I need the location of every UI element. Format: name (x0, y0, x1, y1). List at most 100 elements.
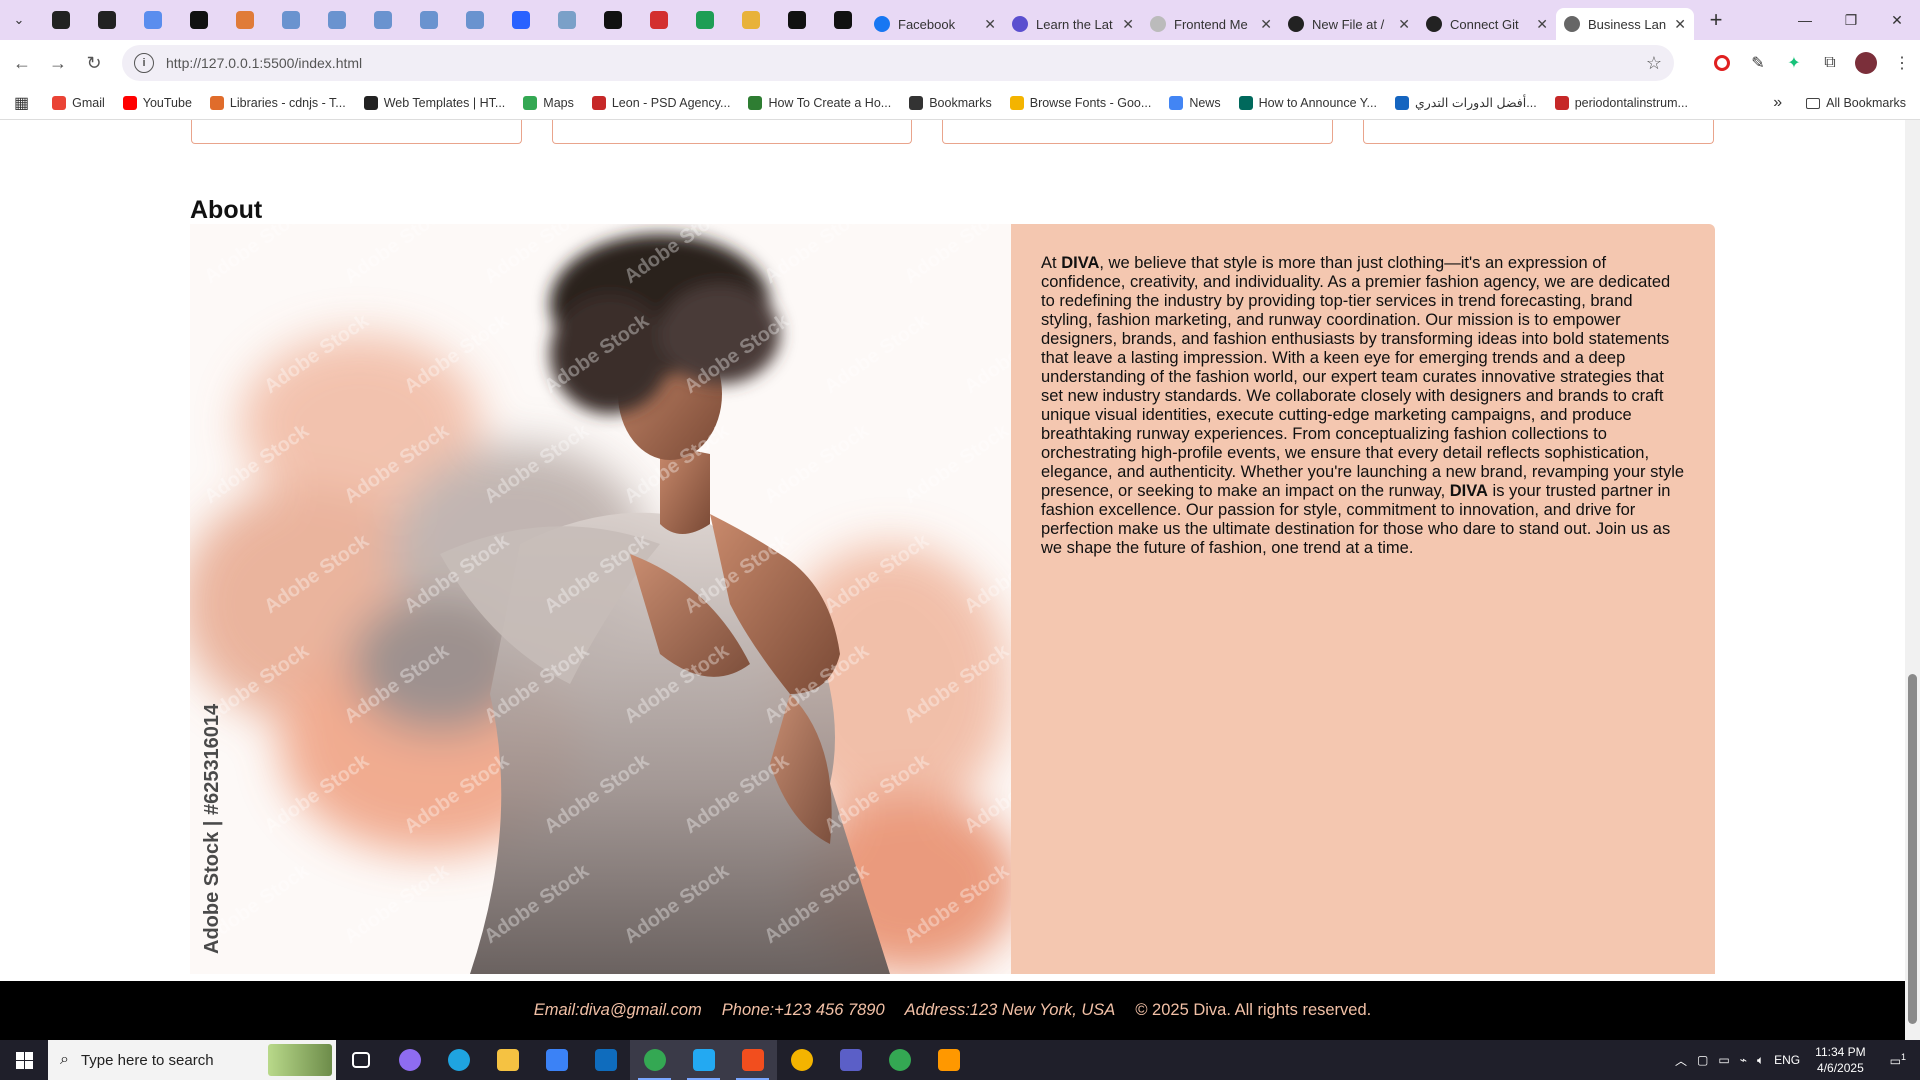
profile-avatar[interactable] (1848, 45, 1884, 81)
pinned-tab[interactable] (636, 0, 682, 40)
pinned-tab[interactable] (728, 0, 774, 40)
pinned-tab[interactable] (498, 0, 544, 40)
taskbar-app-task-view[interactable] (336, 1040, 385, 1080)
forward-icon[interactable]: → (40, 45, 76, 81)
bookmark-item[interactable]: Libraries - cdnjs - T... (201, 95, 355, 110)
bookmark-item[interactable]: periodontalinstrum... (1546, 95, 1697, 110)
taskbar-app-chrome-canary[interactable] (777, 1040, 826, 1080)
watermark-tile: Adobe Stock (900, 419, 1011, 508)
windows-logo-icon (15, 1051, 33, 1069)
taskbar-search[interactable]: ⌕ Type here to search (48, 1040, 336, 1080)
page-scrollbar[interactable] (1905, 120, 1920, 1040)
close-tab-icon[interactable]: ✕ (1398, 16, 1410, 33)
battery-icon[interactable]: ▭ (1713, 1053, 1734, 1067)
pinned-tab[interactable] (544, 0, 590, 40)
scrollbar-thumb[interactable] (1908, 674, 1917, 1024)
network-icon[interactable]: ⌁ (1735, 1053, 1752, 1067)
window-controls: — ❐ ✕ (1782, 0, 1920, 40)
pinned-tab[interactable] (176, 0, 222, 40)
language-indicator[interactable]: ENG (1769, 1053, 1805, 1067)
taskbar-app-chrome[interactable] (630, 1040, 679, 1080)
pinned-tab[interactable] (38, 0, 84, 40)
bookmark-favicon-icon (748, 95, 763, 110)
clock-time: 11:34 PM (1815, 1045, 1866, 1059)
bookmark-star-icon[interactable]: ☆ (1646, 53, 1662, 74)
pinned-tab[interactable] (130, 0, 176, 40)
meet-icon[interactable]: ▢ (1692, 1053, 1713, 1067)
pinned-tab-favicon-icon (558, 11, 576, 29)
url-text[interactable]: http://127.0.0.1:5500/index.html (166, 55, 1646, 71)
taskbar-app-copilot[interactable] (385, 1040, 434, 1080)
browser-tab[interactable]: Business Lan ✕ (1556, 8, 1694, 40)
pinned-tab[interactable] (590, 0, 636, 40)
browser-tab[interactable]: Learn the Lat ✕ (1004, 8, 1142, 40)
browser-tab[interactable]: Facebook ✕ (866, 8, 1004, 40)
back-icon[interactable]: ← (4, 45, 40, 81)
bookmark-item[interactable]: Leon - PSD Agency... (583, 95, 740, 110)
bookmark-item[interactable]: News (1160, 95, 1229, 110)
pinned-tab[interactable] (268, 0, 314, 40)
pinned-tab[interactable] (774, 0, 820, 40)
footer-phone[interactable]: Phone:+123 456 7890 (722, 1001, 885, 1020)
pinned-tab[interactable] (222, 0, 268, 40)
tab-title: Learn the Lat (1036, 16, 1113, 32)
bookmark-item[interactable]: أفضل الدورات التدري... (1386, 95, 1546, 110)
tray-overflow-icon[interactable]: ︿ (1670, 1052, 1692, 1069)
pinned-tab[interactable] (820, 0, 866, 40)
pinned-tab[interactable] (314, 0, 360, 40)
taskbar-app-sublime[interactable] (924, 1040, 973, 1080)
browser-tab[interactable]: Connect Git ✕ (1418, 8, 1556, 40)
pinned-tab[interactable] (406, 0, 452, 40)
tab-title: Business Lan (1588, 16, 1667, 32)
pinned-tab[interactable] (452, 0, 498, 40)
volume-icon[interactable]: 🔈︎ (1752, 1053, 1769, 1068)
apps-grid-icon[interactable]: ▦ (14, 93, 29, 113)
close-tab-icon[interactable]: ✕ (1674, 16, 1686, 33)
bookmark-item[interactable]: How To Create a Ho... (739, 95, 900, 110)
taskbar-app-teams[interactable] (826, 1040, 875, 1080)
minimize-button[interactable]: — (1782, 0, 1828, 40)
bookmark-item[interactable]: YouTube (114, 95, 201, 110)
close-window-button[interactable]: ✕ (1874, 0, 1920, 40)
taskbar-app-store[interactable] (532, 1040, 581, 1080)
reload-icon[interactable]: ↻ (76, 45, 112, 81)
bookmark-item[interactable]: Gmail (43, 95, 114, 110)
all-bookmarks-button[interactable]: All Bookmarks (1806, 96, 1906, 110)
start-button[interactable] (0, 1040, 48, 1080)
close-tab-icon[interactable]: ✕ (1260, 16, 1272, 33)
taskbar-app-vscode[interactable] (679, 1040, 728, 1080)
new-tab-button[interactable]: + (1700, 4, 1732, 36)
footer-email[interactable]: Email:diva@gmail.com (534, 1001, 702, 1020)
taskbar-app-file-explorer[interactable] (483, 1040, 532, 1080)
close-tab-icon[interactable]: ✕ (1536, 16, 1548, 33)
bookmark-item[interactable]: Browse Fonts - Goo... (1001, 95, 1161, 110)
extensions-puzzle-icon[interactable]: ⧉ (1812, 45, 1848, 81)
eyedropper-extension-icon[interactable]: ✎ (1740, 45, 1776, 81)
pinned-tab[interactable] (360, 0, 406, 40)
bookmark-item[interactable]: Web Templates | HT... (355, 95, 515, 110)
taskbar-app-figma[interactable] (728, 1040, 777, 1080)
brand-name: DIVA (1061, 254, 1100, 272)
address-bar[interactable]: i http://127.0.0.1:5500/index.html ☆ (122, 45, 1674, 81)
bookmark-item[interactable]: Bookmarks (900, 95, 1001, 110)
browser-tab[interactable]: Frontend Me ✕ (1142, 8, 1280, 40)
tab-search-icon[interactable]: ⌄ (0, 0, 38, 40)
taskbar-app-chrome-2[interactable] (875, 1040, 924, 1080)
browser-tab[interactable]: New File at / ✕ (1280, 8, 1418, 40)
more-bookmarks-button[interactable]: » (1773, 94, 1782, 112)
maximize-button[interactable]: ❐ (1828, 0, 1874, 40)
site-info-icon[interactable]: i (134, 53, 154, 73)
taskbar-app-outlook[interactable] (581, 1040, 630, 1080)
green-extension-icon[interactable]: ✦ (1776, 45, 1812, 81)
taskbar-clock[interactable]: 11:34 PM 4/6/2025 (1805, 1044, 1875, 1076)
close-tab-icon[interactable]: ✕ (984, 16, 996, 33)
bookmark-item[interactable]: Maps (514, 95, 583, 110)
pinned-tab[interactable] (84, 0, 130, 40)
taskbar-app-edge[interactable] (434, 1040, 483, 1080)
close-tab-icon[interactable]: ✕ (1122, 16, 1134, 33)
bookmark-item[interactable]: How to Announce Y... (1230, 95, 1386, 110)
notification-center-icon[interactable]: ▭1 (1876, 1052, 1920, 1068)
opera-extension-icon[interactable] (1704, 45, 1740, 81)
browser-menu-icon[interactable]: ⋮ (1884, 45, 1920, 81)
pinned-tab[interactable] (682, 0, 728, 40)
